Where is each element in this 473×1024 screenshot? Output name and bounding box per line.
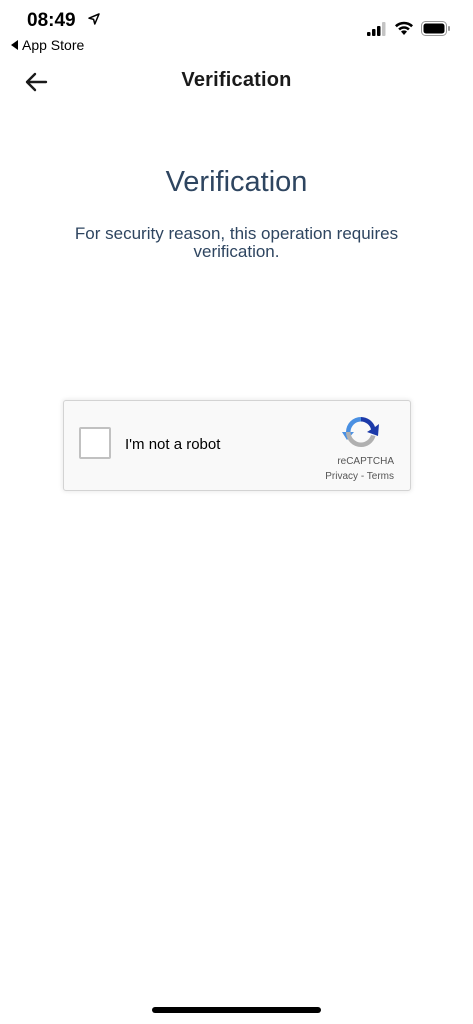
privacy-link[interactable]: Privacy [325, 471, 358, 482]
back-to-app-store[interactable]: App Store [11, 37, 84, 53]
recaptcha-brand: reCAPTCHA [337, 456, 394, 467]
location-arrow-icon [88, 13, 100, 25]
back-app-label: App Store [22, 37, 85, 53]
links-separator: - [358, 471, 367, 482]
status-time: 08:49 [27, 10, 76, 31]
screen: 08:49 App Store Verification Verificatio… [0, 0, 473, 1024]
home-indicator[interactable] [152, 1007, 321, 1013]
not-robot-checkbox[interactable] [79, 427, 111, 459]
terms-link[interactable]: Terms [367, 471, 394, 482]
wifi-icon [395, 21, 413, 35]
verification-description: For security reason, this operation requ… [74, 224, 399, 261]
cellular-signal-icon [367, 22, 386, 36]
recaptcha-links: Privacy - Terms [325, 471, 394, 482]
recaptcha-logo-icon [342, 417, 379, 448]
page-title: Verification [181, 69, 292, 91]
verification-heading: Verification [165, 166, 308, 198]
battery-icon [421, 21, 450, 36]
recaptcha-widget: I'm not a robot reCAPTCHA Privacy - Term… [63, 400, 411, 491]
back-triangle-icon [11, 40, 18, 50]
nav-bar: Verification [0, 58, 473, 106]
status-bar: 08:49 App Store [0, 0, 473, 58]
not-robot-label: I'm not a robot [125, 436, 221, 453]
